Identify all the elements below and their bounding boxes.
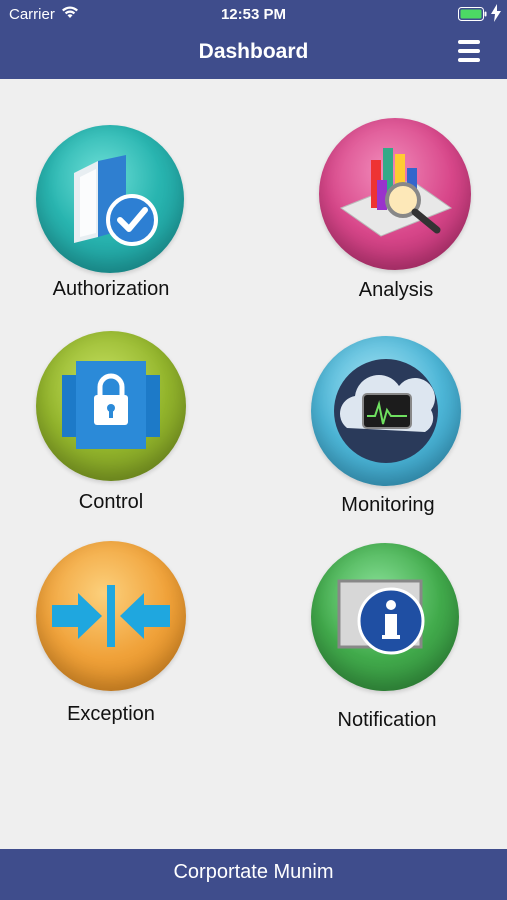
page-title: Dashboard (198, 40, 309, 63)
battery-icon (458, 7, 487, 21)
cloud-monitor-icon (334, 359, 438, 463)
hamburger-menu-icon[interactable] (458, 40, 480, 62)
tile-label-authorization: Authorization (52, 278, 170, 300)
charging-icon (491, 4, 501, 22)
tile-label-exception: Exception (67, 703, 155, 725)
analysis-circle (319, 118, 471, 270)
folder-check-icon (74, 155, 158, 246)
status-bar: Carrier 12:53 PM (0, 0, 507, 28)
status-time: 12:53 PM (220, 6, 287, 23)
footer-bar: Corportate Munim (0, 849, 507, 900)
info-icon (337, 579, 425, 655)
footer-text: Corportate Munim (173, 861, 334, 883)
arrows-converge-icon (52, 585, 170, 647)
tile-analysis[interactable]: Analysis (296, 118, 496, 308)
tile-monitoring[interactable]: Monitoring (288, 336, 488, 526)
tile-label-analysis: Analysis (358, 279, 434, 301)
tile-authorization[interactable]: Authorization (11, 120, 211, 305)
tile-label-notification: Notification (337, 709, 437, 731)
tile-control[interactable]: Control (11, 330, 211, 520)
lock-icon (62, 361, 160, 449)
top-bar: Carrier 12:53 PM Dashboard (0, 0, 507, 79)
tile-notification[interactable]: Notification (287, 543, 487, 738)
notification-circle (311, 543, 459, 691)
control-circle (36, 331, 186, 481)
authorization-circle (36, 125, 184, 273)
tile-label-control: Control (78, 491, 144, 513)
exception-circle (36, 541, 186, 691)
chart-magnifier-icon (339, 148, 453, 237)
tile-exception[interactable]: Exception (11, 541, 211, 731)
monitoring-circle (311, 336, 461, 486)
tile-label-monitoring: Monitoring (341, 494, 435, 516)
